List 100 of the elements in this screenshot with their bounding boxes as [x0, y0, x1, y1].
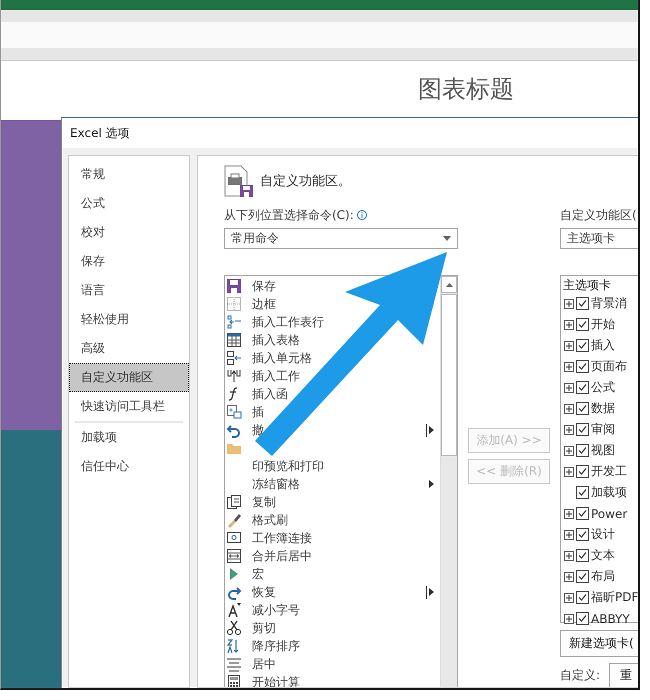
- command-item[interactable]: 插入函: [252, 386, 288, 402]
- expand-icon[interactable]: [564, 508, 574, 518]
- nav-item[interactable]: 快速访问工具栏: [69, 392, 189, 421]
- checkbox[interactable]: [576, 339, 589, 352]
- tab-item[interactable]: 开始: [591, 316, 615, 333]
- tab-item[interactable]: ABBYY: [591, 612, 630, 626]
- command-item[interactable]: 印预览和打印: [252, 458, 324, 474]
- command-item[interactable]: 保存: [252, 278, 276, 294]
- command-item[interactable]: 剪切: [252, 620, 276, 636]
- submenu-arrow-icon[interactable]: [429, 588, 434, 596]
- command-item[interactable]: 插入工作: [252, 368, 300, 384]
- checkbox[interactable]: [576, 570, 589, 583]
- nav-item[interactable]: 信任中心: [69, 452, 189, 481]
- tab-item[interactable]: 福昕PDF: [591, 589, 638, 606]
- tab-item[interactable]: 文本: [591, 547, 615, 564]
- field-label: 从下列位置选择命令(C):: [224, 206, 354, 224]
- font-size-icon: [226, 602, 242, 618]
- expand-icon[interactable]: [564, 362, 574, 372]
- checkbox[interactable]: [576, 381, 589, 394]
- command-item[interactable]: 宏: [252, 566, 264, 582]
- nav-item[interactable]: 校对: [69, 218, 189, 247]
- command-item[interactable]: 插入单元格: [252, 350, 312, 366]
- checkbox[interactable]: [576, 486, 589, 499]
- reset-button[interactable]: 重: [609, 663, 638, 687]
- ribbon-settings-icon: [224, 165, 254, 197]
- expand-icon[interactable]: [564, 530, 574, 540]
- tree-header: 主选项卡: [563, 276, 611, 294]
- scroll-up-icon[interactable]: [446, 282, 452, 286]
- expand-icon[interactable]: [564, 446, 574, 456]
- expand-icon[interactable]: [564, 382, 574, 392]
- command-item[interactable]: 复制: [252, 494, 276, 510]
- command-item[interactable]: 格式刷: [252, 512, 288, 528]
- command-item[interactable]: 插: [252, 404, 264, 420]
- checkbox[interactable]: [576, 318, 589, 331]
- tab-item[interactable]: Power: [591, 506, 628, 520]
- tab-item[interactable]: 布局: [591, 568, 615, 585]
- nav-item[interactable]: 轻松使用: [69, 305, 189, 334]
- info-icon: [356, 210, 367, 220]
- nav-item[interactable]: 语言: [69, 276, 189, 305]
- command-item[interactable]: 开始计算: [252, 674, 300, 687]
- checkbox[interactable]: [576, 360, 589, 373]
- tab-item[interactable]: 背景消: [591, 295, 627, 312]
- checkbox[interactable]: [576, 297, 589, 310]
- command-item[interactable]: 插入工作表行: [252, 314, 324, 330]
- command-item[interactable]: 合并后居中: [252, 548, 312, 564]
- command-item[interactable]: 居中: [252, 656, 276, 672]
- command-item[interactable]: 撤: [252, 422, 264, 438]
- chart-title: 图表标题: [418, 74, 514, 105]
- checkbox[interactable]: [576, 591, 589, 604]
- command-item[interactable]: 冻结窗格: [252, 476, 300, 492]
- checkbox[interactable]: [576, 444, 589, 457]
- expand-icon[interactable]: [564, 592, 574, 602]
- tab-item[interactable]: 插入: [591, 337, 615, 354]
- command-item[interactable]: 插入表格: [252, 332, 300, 348]
- command-item[interactable]: 恢复: [252, 584, 276, 600]
- expand-icon[interactable]: [564, 466, 574, 476]
- insert-row-icon: [226, 314, 242, 330]
- new-tab-button[interactable]: 新建选项卡(: [560, 630, 638, 657]
- commands-dropdown[interactable]: 常用命令: [224, 228, 458, 249]
- expand-icon[interactable]: [564, 424, 574, 434]
- nav-item[interactable]: 公式: [69, 189, 189, 218]
- tab-item[interactable]: 视图: [591, 442, 615, 459]
- checkbox[interactable]: [576, 402, 589, 415]
- dialog-title: Excel 选项: [70, 124, 130, 142]
- nav-item[interactable]: 自定义功能区: [69, 363, 189, 392]
- nav-item[interactable]: 常规: [69, 160, 189, 189]
- nav-item[interactable]: 高级: [69, 334, 189, 363]
- checkbox[interactable]: [576, 612, 589, 625]
- checkbox[interactable]: [576, 507, 589, 520]
- expand-icon[interactable]: [564, 572, 574, 582]
- command-item[interactable]: 降序排序: [252, 638, 300, 654]
- expand-icon[interactable]: [564, 550, 574, 560]
- command-item[interactable]: 工作簿连接: [252, 530, 312, 546]
- expand-icon[interactable]: [564, 404, 574, 414]
- align-center-icon: [226, 656, 242, 672]
- submenu-arrow-icon[interactable]: [429, 426, 434, 434]
- tab-item[interactable]: 页面布: [591, 358, 627, 375]
- ribbon-dropdown[interactable]: 主选项卡: [560, 228, 638, 249]
- checkbox[interactable]: [576, 528, 589, 541]
- scrollbar[interactable]: [440, 276, 457, 687]
- expand-icon[interactable]: [564, 298, 574, 308]
- checkbox[interactable]: [576, 465, 589, 478]
- submenu-arrow-icon[interactable]: [429, 480, 434, 488]
- tab-item[interactable]: 设计: [591, 526, 615, 543]
- expand-icon[interactable]: [564, 320, 574, 330]
- section-title: 自定义功能区。: [260, 173, 351, 190]
- tab-item[interactable]: 开发工: [591, 463, 627, 480]
- nav-item[interactable]: 保存: [69, 247, 189, 276]
- tab-item[interactable]: 审阅: [591, 421, 615, 438]
- nav-item[interactable]: 加载项: [69, 423, 189, 452]
- tab-item[interactable]: 公式: [591, 379, 615, 396]
- command-item[interactable]: 减小字号: [252, 602, 300, 618]
- checkbox[interactable]: [576, 549, 589, 562]
- tab-item[interactable]: 加载项: [591, 484, 627, 501]
- field-label: 自定义功能区(: [560, 206, 637, 224]
- tab-item[interactable]: 数据: [591, 400, 615, 417]
- checkbox[interactable]: [576, 423, 589, 436]
- expand-icon[interactable]: [564, 614, 574, 624]
- command-item[interactable]: 边框: [252, 296, 276, 312]
- expand-icon[interactable]: [564, 340, 574, 350]
